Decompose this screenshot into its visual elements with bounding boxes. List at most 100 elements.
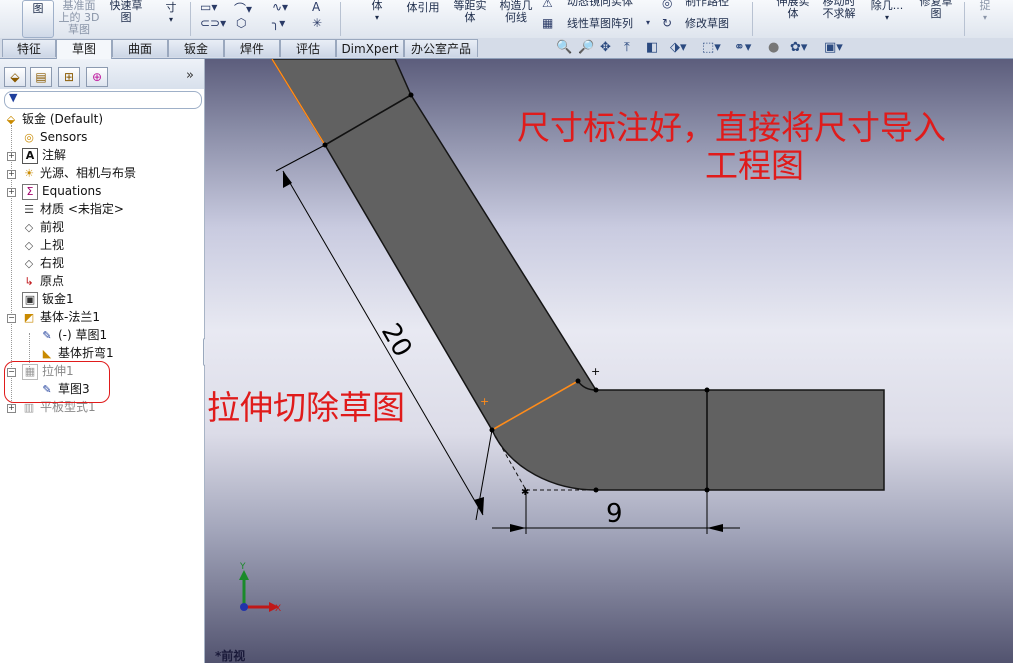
point-icon[interactable]: ✳ [312,16,322,30]
sensor-icon: ◎ [24,130,34,144]
tree-item-top-plane[interactable]: ◇ 上视 [22,236,64,254]
quick-sketch-label-2: 图 [120,11,132,24]
plane-icon: ◇ [24,220,34,234]
tree-item-material[interactable]: ☰ 材质 <未指定> [22,200,124,218]
dim-9-arrow-left [510,524,526,532]
material-icon: ☰ [24,202,34,216]
tree-filter-input[interactable]: ▼ [4,91,202,109]
move-without-solving-button[interactable]: 移动时 不求解 [818,0,860,20]
quick-sketch-button[interactable]: 快速草 图 [104,0,148,24]
tab-sketch[interactable]: 草图 [56,39,112,59]
repair-sketch-button[interactable]: 修复草 图 [914,0,958,20]
convert-entities-button[interactable]: 体引用 [402,2,444,14]
construction-geometry-button[interactable]: 构造几 何线 [496,0,536,24]
expand-flat-pattern-icon[interactable]: + [7,404,16,413]
construction-geometry-label-2: 何线 [505,11,527,24]
center-marker-plus: + [591,365,600,378]
triad-y-label: Y [239,562,246,572]
make-path-button[interactable]: 制作路径 [682,0,732,8]
slot-icon[interactable]: ⊂⊃▾ [200,16,226,30]
tree-item-sketch1[interactable]: ✎ (-) 草图1 [40,326,107,344]
dim-20-arrow-bottom [474,497,484,515]
tree-item-origin-label: 原点 [40,274,65,288]
appearance-icon[interactable]: ● [768,40,779,55]
dim-9-text: 9 [606,499,623,529]
fillet-icon[interactable]: ╮▾ [272,16,285,30]
expand-panel-icon[interactable]: » [186,68,194,83]
graphics-viewport[interactable]: ✱ + + 20 9 Y X 尺寸标注好，直接将尺寸导入 工程图 拉伸切除草图 … [205,59,1013,663]
stretch-entities-button[interactable]: 伸展实 体 [772,0,814,20]
tab-weldments[interactable]: 焊件 [224,39,280,57]
offset-entities-button[interactable]: 等距实 体 [450,0,490,24]
arc-icon[interactable]: ⌒▾ [234,0,252,17]
expand-lights-icon[interactable]: + [7,170,16,179]
property-manager-tab-icon[interactable]: ▤ [30,67,52,87]
annotation-dimension-note-line2: 工程图 [705,146,804,185]
tab-surfaces[interactable]: 曲面 [112,39,168,57]
move-without-solving-label-2: 不求解 [822,7,856,20]
tab-features[interactable]: 特征 [2,39,56,57]
rectangle-icon[interactable]: ▭▾ [200,0,217,14]
modify-sketch-button[interactable]: 修改草图 [682,18,732,30]
tree-item-lights[interactable]: ☀ 光源、相机与布景 [22,164,136,182]
tree-item-front-plane[interactable]: ◇ 前视 [22,218,64,236]
tab-sheet-metal[interactable]: 钣金 [168,39,224,57]
collapse-base-flange-icon[interactable]: − [7,314,16,323]
lights-icon: ☀ [24,166,34,180]
scene-icon[interactable]: ✿▾ [790,40,807,55]
tab-office-products[interactable]: 办公室产品 [404,39,478,57]
hide-show-items-icon[interactable]: ⚭▾ [734,40,751,55]
offset-entities-label-2: 体 [464,11,476,24]
convert-entities-label: 体引用 [406,1,440,14]
display-style-icon[interactable]: ⬚▾ [702,40,721,55]
smart-dimension-label: 寸 [165,1,177,14]
smart-dimension-button[interactable]: 寸 ▾ [160,2,182,26]
dropdown-arrow-icon: ▾ [884,13,889,22]
tab-dimxpert[interactable]: DimXpert [336,39,404,57]
delete-relations-button[interactable]: 除几... ▾ [864,0,910,24]
tree-item-base-flange[interactable]: ◩ 基体-法兰1 [22,308,100,326]
tree-item-sheet-metal[interactable]: ▣ 钣金1 [22,290,74,308]
tab-evaluate[interactable]: 评估 [280,39,336,57]
tree-item-part-label: 钣金 (Default) [22,112,104,126]
tree-item-annotations[interactable]: A 注解 [22,146,66,164]
view-settings-icon[interactable]: ▣▾ [824,40,843,55]
tree-item-part[interactable]: ⬙ 钣金 (Default) [4,110,103,128]
polygon-icon[interactable]: ⬡ [236,16,246,30]
sketch-point [704,387,710,393]
dimxpert-manager-tab-icon[interactable]: ⊕ [86,67,108,87]
view-orientation-icon[interactable]: ⬗▾ [670,40,687,55]
configuration-manager-tab-icon[interactable]: ⊞ [58,67,80,87]
linear-pattern-button[interactable]: 线性草图阵列 [562,18,638,30]
part-icon: ⬙ [6,112,16,126]
dim-20-extension-top [275,144,326,172]
dropdown-arrow-icon: ▾ [374,13,379,22]
dynamic-mirror-button[interactable]: 动态镜向实体 [562,0,638,8]
previous-view-icon[interactable]: ⤒ [624,40,630,55]
dropdown-arrow-icon[interactable]: ▾ [646,18,650,27]
modify-sketch-icon: ↻ [662,16,673,30]
tree-item-equations-label: Equations [42,184,102,198]
sketch-point [408,92,414,98]
text-icon[interactable]: A [312,0,320,14]
pan-icon[interactable]: ✥ [600,40,611,55]
3d-sketch-on-plane-button[interactable]: 基准面 上的 3D 草图 [58,0,100,36]
expand-annotations-icon[interactable]: + [7,152,16,161]
tree-item-equations[interactable]: Σ Equations [22,182,101,200]
command-ribbon: 图 基准面 上的 3D 草图 快速草 图 寸 ▾ ▭▾ ⊂⊃▾ ⌒▾ ⬡ ∿▾ … [0,0,1013,39]
tree-item-sensors[interactable]: ◎ Sensors [22,128,87,146]
sketch-icon: ✎ [42,328,52,342]
tree-item-origin[interactable]: ↳ 原点 [22,272,64,290]
sketch-button[interactable]: 图 [22,0,54,38]
tree-item-right-plane[interactable]: ◇ 右视 [22,254,64,272]
sketch-point [593,487,599,493]
spline-icon[interactable]: ∿▾ [272,0,288,14]
zoom-to-fit-icon[interactable]: 🔍 [556,40,572,55]
mirror-entities-button[interactable]: 体 ▾ [366,0,388,24]
feature-manager-tab-icon[interactable]: ⬙ [4,67,26,87]
quick-snaps-button[interactable]: 捉 ▾ [974,0,996,24]
section-view-icon[interactable]: ◧ [646,40,658,55]
zoom-to-area-icon[interactable]: 🔎 [578,40,594,55]
tree-item-base-bend[interactable]: ◣ 基体折弯1 [40,344,114,362]
expand-equations-icon[interactable]: + [7,188,16,197]
